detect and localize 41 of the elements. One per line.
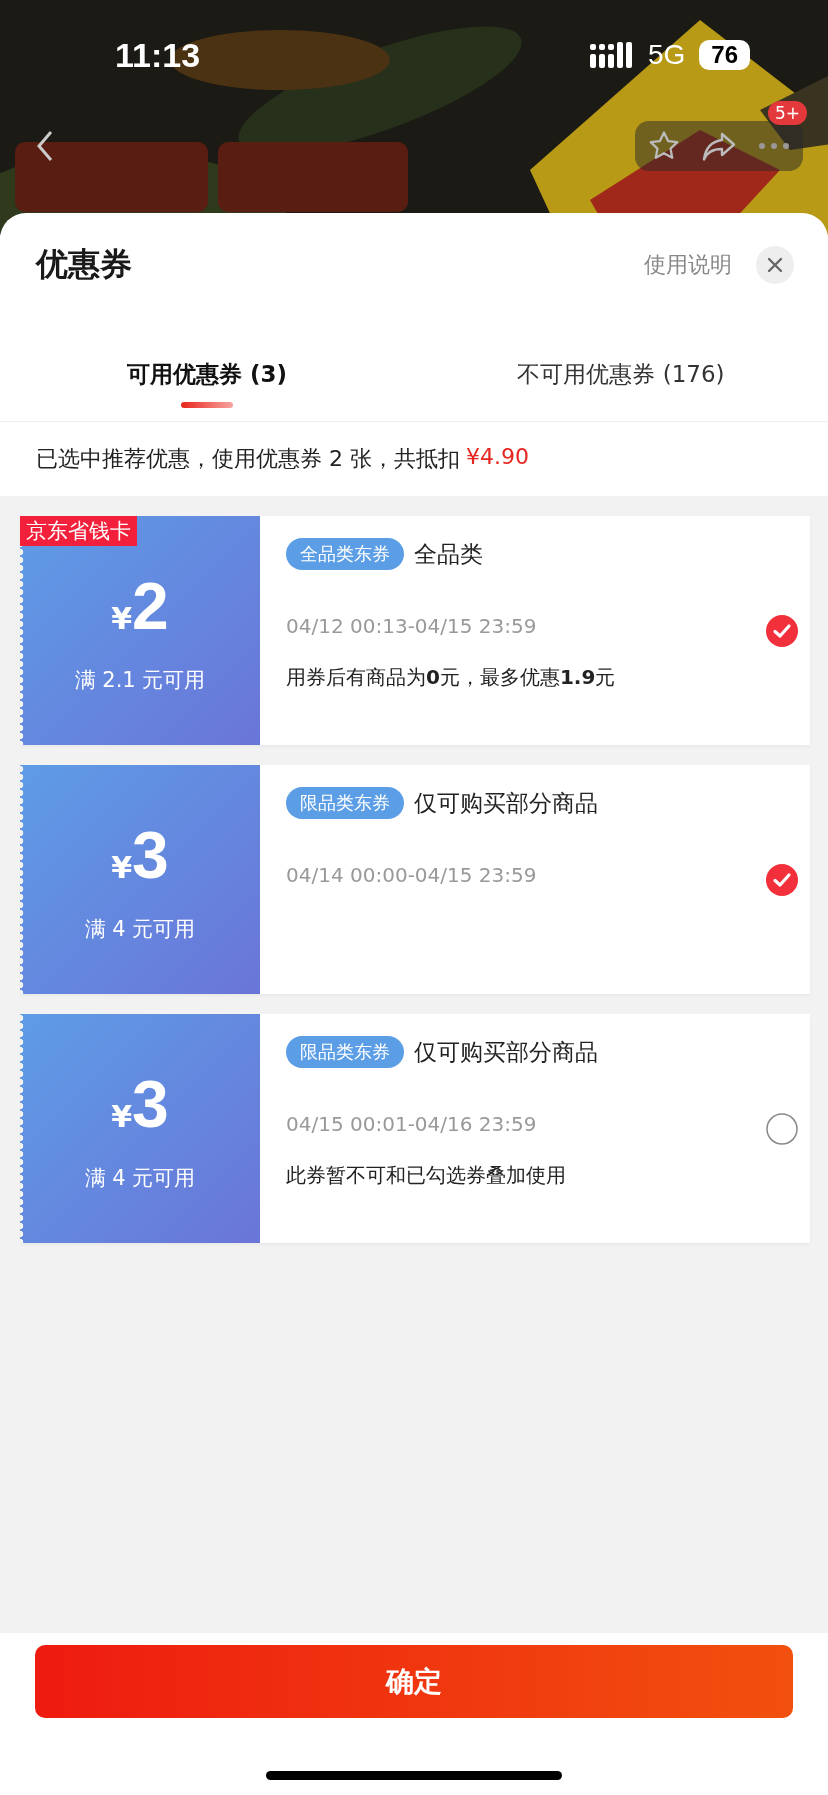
- currency-symbol: ¥: [111, 849, 133, 885]
- currency-symbol: ¥: [111, 600, 133, 636]
- coupon-note: 用券后有商品为0元，最多优惠1.9元: [286, 664, 617, 691]
- currency-symbol: ¥: [111, 1098, 133, 1134]
- validity-period: 04/15 00:01-04/16 23:59: [286, 1112, 538, 1136]
- more-icon[interactable]: [757, 141, 791, 151]
- coupon-tag: 限品类东券: [286, 787, 404, 819]
- coupon-tag: 限品类东券: [286, 1036, 404, 1068]
- validity-period: 04/12 00:13-04/15 23:59: [286, 614, 538, 638]
- coupon-card[interactable]: 京东省钱卡 ¥2 满 2.1 元可用 全品类东券 全品类 04/12 00:13-04/15 23:59 用券后有商品为0元，最多优惠1.9元: [20, 516, 810, 745]
- help-link[interactable]: 使用说明: [644, 250, 732, 280]
- coupon-note: 此券暂不可和已勾选券叠加使用: [286, 1162, 567, 1189]
- sheet-title: 优惠券: [36, 244, 132, 285]
- checked-icon[interactable]: [766, 863, 798, 896]
- coupon-condition: 满 4 元可用: [84, 1164, 196, 1192]
- coupon-card[interactable]: ¥3 满 4 元可用 限品类东券 仅可购买部分商品 04/14 00:00-04/15 23:59: [20, 765, 810, 994]
- close-icon: [766, 256, 784, 274]
- coupon-tag: 全品类东券: [286, 538, 404, 570]
- coupon-badge: 京东省钱卡: [20, 516, 137, 546]
- coupon-card[interactable]: ¥3 满 4 元可用 限品类东券 仅可购买部分商品 04/15 00:01-04/16 23:59 此券暂不可和已勾选券叠加使用: [20, 1014, 810, 1243]
- coupon-amount: 3: [132, 1065, 169, 1142]
- signal-icon: [589, 42, 634, 68]
- tab[interactable]: 可用优惠券 (3): [126, 355, 287, 394]
- checked-icon[interactable]: [766, 614, 798, 647]
- coupon-amount: 3: [132, 816, 169, 893]
- coupon-condition: 满 4 元可用: [84, 915, 196, 943]
- coupon-title: 仅可购买部分商品: [414, 788, 598, 818]
- discount-amount: ¥4.90: [466, 444, 529, 471]
- tab[interactable]: 不可用优惠券 (176): [517, 355, 725, 394]
- coupon-title: 全品类: [414, 539, 483, 569]
- coupon-amount: 2: [132, 567, 169, 644]
- radio-icon[interactable]: [766, 1112, 798, 1145]
- coupon-condition: 满 2.1 元可用: [74, 666, 206, 694]
- battery-level: 76: [699, 40, 750, 70]
- close-button[interactable]: [756, 246, 794, 284]
- status-time: 11:13: [115, 35, 201, 75]
- validity-period: 04/14 00:00-04/15 23:59: [286, 863, 538, 887]
- back-button[interactable]: [35, 129, 55, 163]
- summary-text: 已选中推荐优惠，使用优惠券 2 张，共抵扣: [36, 445, 460, 473]
- coupon-title: 仅可购买部分商品: [414, 1037, 598, 1067]
- confirm-button[interactable]: 确定: [35, 1645, 793, 1718]
